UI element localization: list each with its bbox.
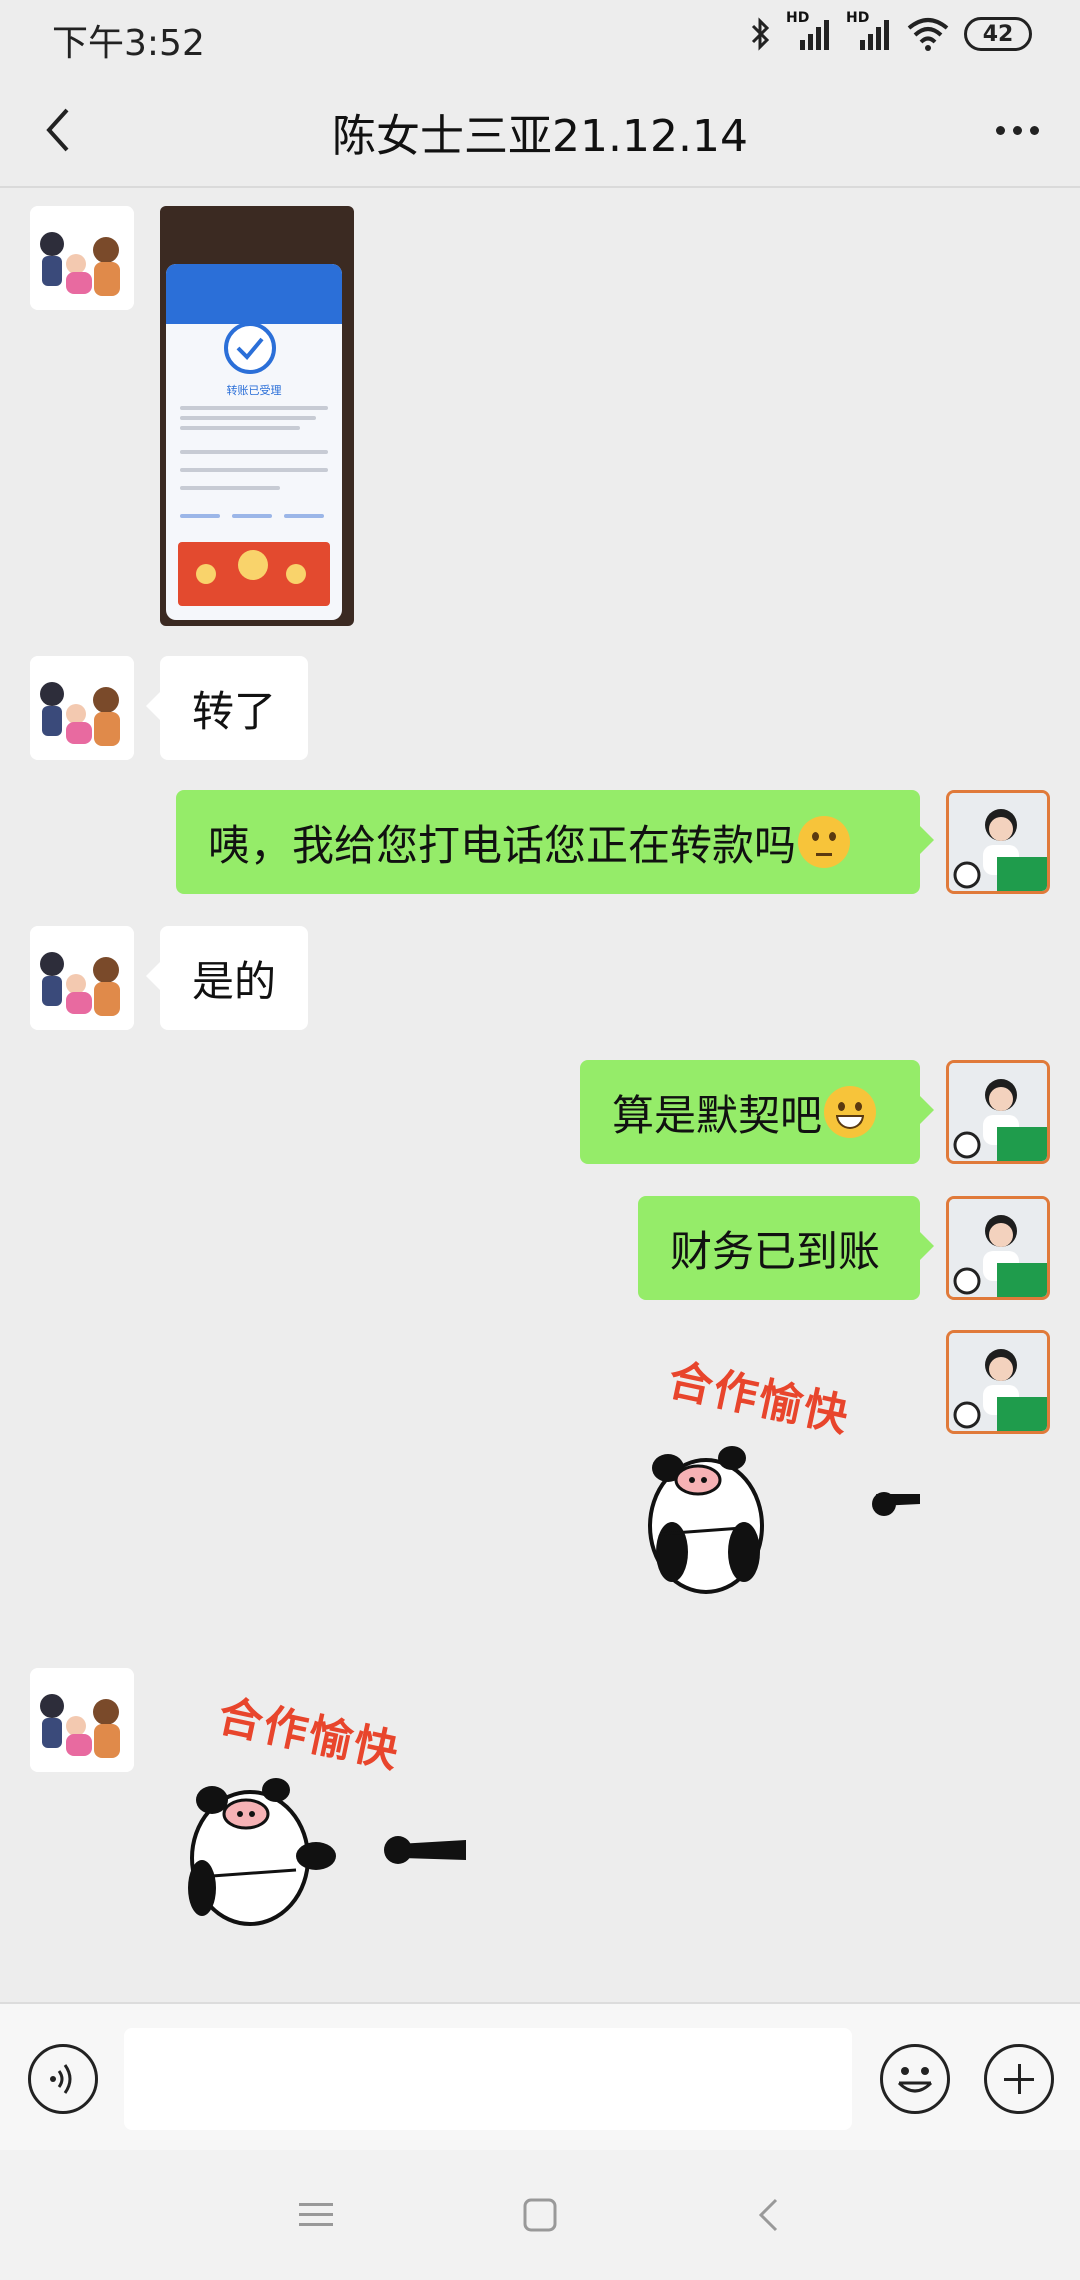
sticker-message-received[interactable]: 合作愉快 bbox=[166, 1690, 486, 1932]
self-avatar[interactable] bbox=[946, 1060, 1050, 1164]
contact-avatar[interactable] bbox=[30, 1668, 134, 1772]
check-icon bbox=[224, 322, 276, 374]
emoji-icon bbox=[897, 2067, 933, 2093]
back-chevron-icon bbox=[758, 2198, 778, 2232]
status-time: 下午3:52 bbox=[52, 23, 205, 64]
wifi-icon bbox=[907, 18, 949, 51]
contact-avatar[interactable] bbox=[30, 926, 134, 1030]
self-avatar[interactable] bbox=[946, 1330, 1050, 1434]
message-text: 算是默契吧 bbox=[612, 1090, 823, 1140]
transfer-status-text: 转账已受理 bbox=[226, 384, 282, 397]
bluetooth-icon bbox=[751, 17, 770, 51]
add-button[interactable] bbox=[984, 2044, 1054, 2114]
self-avatar[interactable] bbox=[946, 1196, 1050, 1300]
panda-sticker-icon bbox=[188, 1778, 466, 1926]
home-square-icon bbox=[523, 2198, 557, 2232]
promo-banner bbox=[178, 542, 330, 606]
signal-2-label: HD bbox=[846, 10, 870, 26]
message-text: 是的 bbox=[192, 956, 277, 1006]
title-bar: 陈女士三亚21.12.14 bbox=[0, 72, 1080, 188]
message-bubble-received[interactable]: 是的 bbox=[145, 926, 309, 1030]
self-avatar[interactable] bbox=[946, 790, 1050, 894]
home-button[interactable] bbox=[510, 2190, 570, 2240]
message-text: 财务已到账 bbox=[670, 1226, 881, 1276]
message-input[interactable] bbox=[124, 2028, 852, 2130]
voice-button[interactable] bbox=[28, 2044, 98, 2114]
system-nav-bar bbox=[0, 2150, 1080, 2280]
message-text: 咦，我给您打电话您正在转款吗 bbox=[208, 820, 797, 870]
message-bubble-sent[interactable]: 咦，我给您打电话您正在转款吗 bbox=[176, 790, 934, 894]
status-icons: HD HD 42 bbox=[750, 10, 1032, 52]
panda-sticker-icon bbox=[648, 1446, 920, 1594]
message-bubble-sent[interactable]: 算是默契吧 bbox=[580, 1060, 934, 1164]
voice-icon bbox=[50, 2064, 72, 2094]
input-bar bbox=[0, 2002, 1080, 2150]
more-dots-icon bbox=[995, 125, 1005, 135]
signal-1-icon: HD bbox=[786, 10, 832, 52]
transfer-photo-message[interactable]: 转账已受理 bbox=[160, 206, 354, 626]
signal-2-icon: HD bbox=[846, 10, 892, 52]
menu-button[interactable] bbox=[286, 2190, 346, 2240]
message-bubble-sent[interactable]: 财务已到账 bbox=[638, 1196, 934, 1300]
battery-indicator: 42 bbox=[964, 17, 1032, 51]
sticker-message-sent[interactable]: 合作愉快 bbox=[620, 1354, 920, 1596]
grinning-emoji-icon bbox=[824, 1086, 877, 1138]
contact-avatar[interactable] bbox=[30, 656, 134, 760]
menu-icon bbox=[299, 2203, 333, 2226]
back-nav-button[interactable] bbox=[738, 2190, 798, 2240]
message-text: 转了 bbox=[192, 686, 277, 736]
emoji-button[interactable] bbox=[880, 2044, 950, 2114]
contact-avatar[interactable] bbox=[30, 206, 134, 310]
more-button[interactable] bbox=[982, 100, 1052, 160]
signal-1-label: HD bbox=[786, 10, 810, 26]
status-bar: 下午3:52 HD HD 42 bbox=[0, 0, 1080, 72]
transfer-screenshot: 转账已受理 bbox=[166, 264, 342, 620]
message-bubble-received[interactable]: 转了 bbox=[145, 656, 309, 760]
thinking-emoji-icon bbox=[798, 816, 851, 868]
chat-title: 陈女士三亚21.12.14 bbox=[332, 111, 748, 162]
